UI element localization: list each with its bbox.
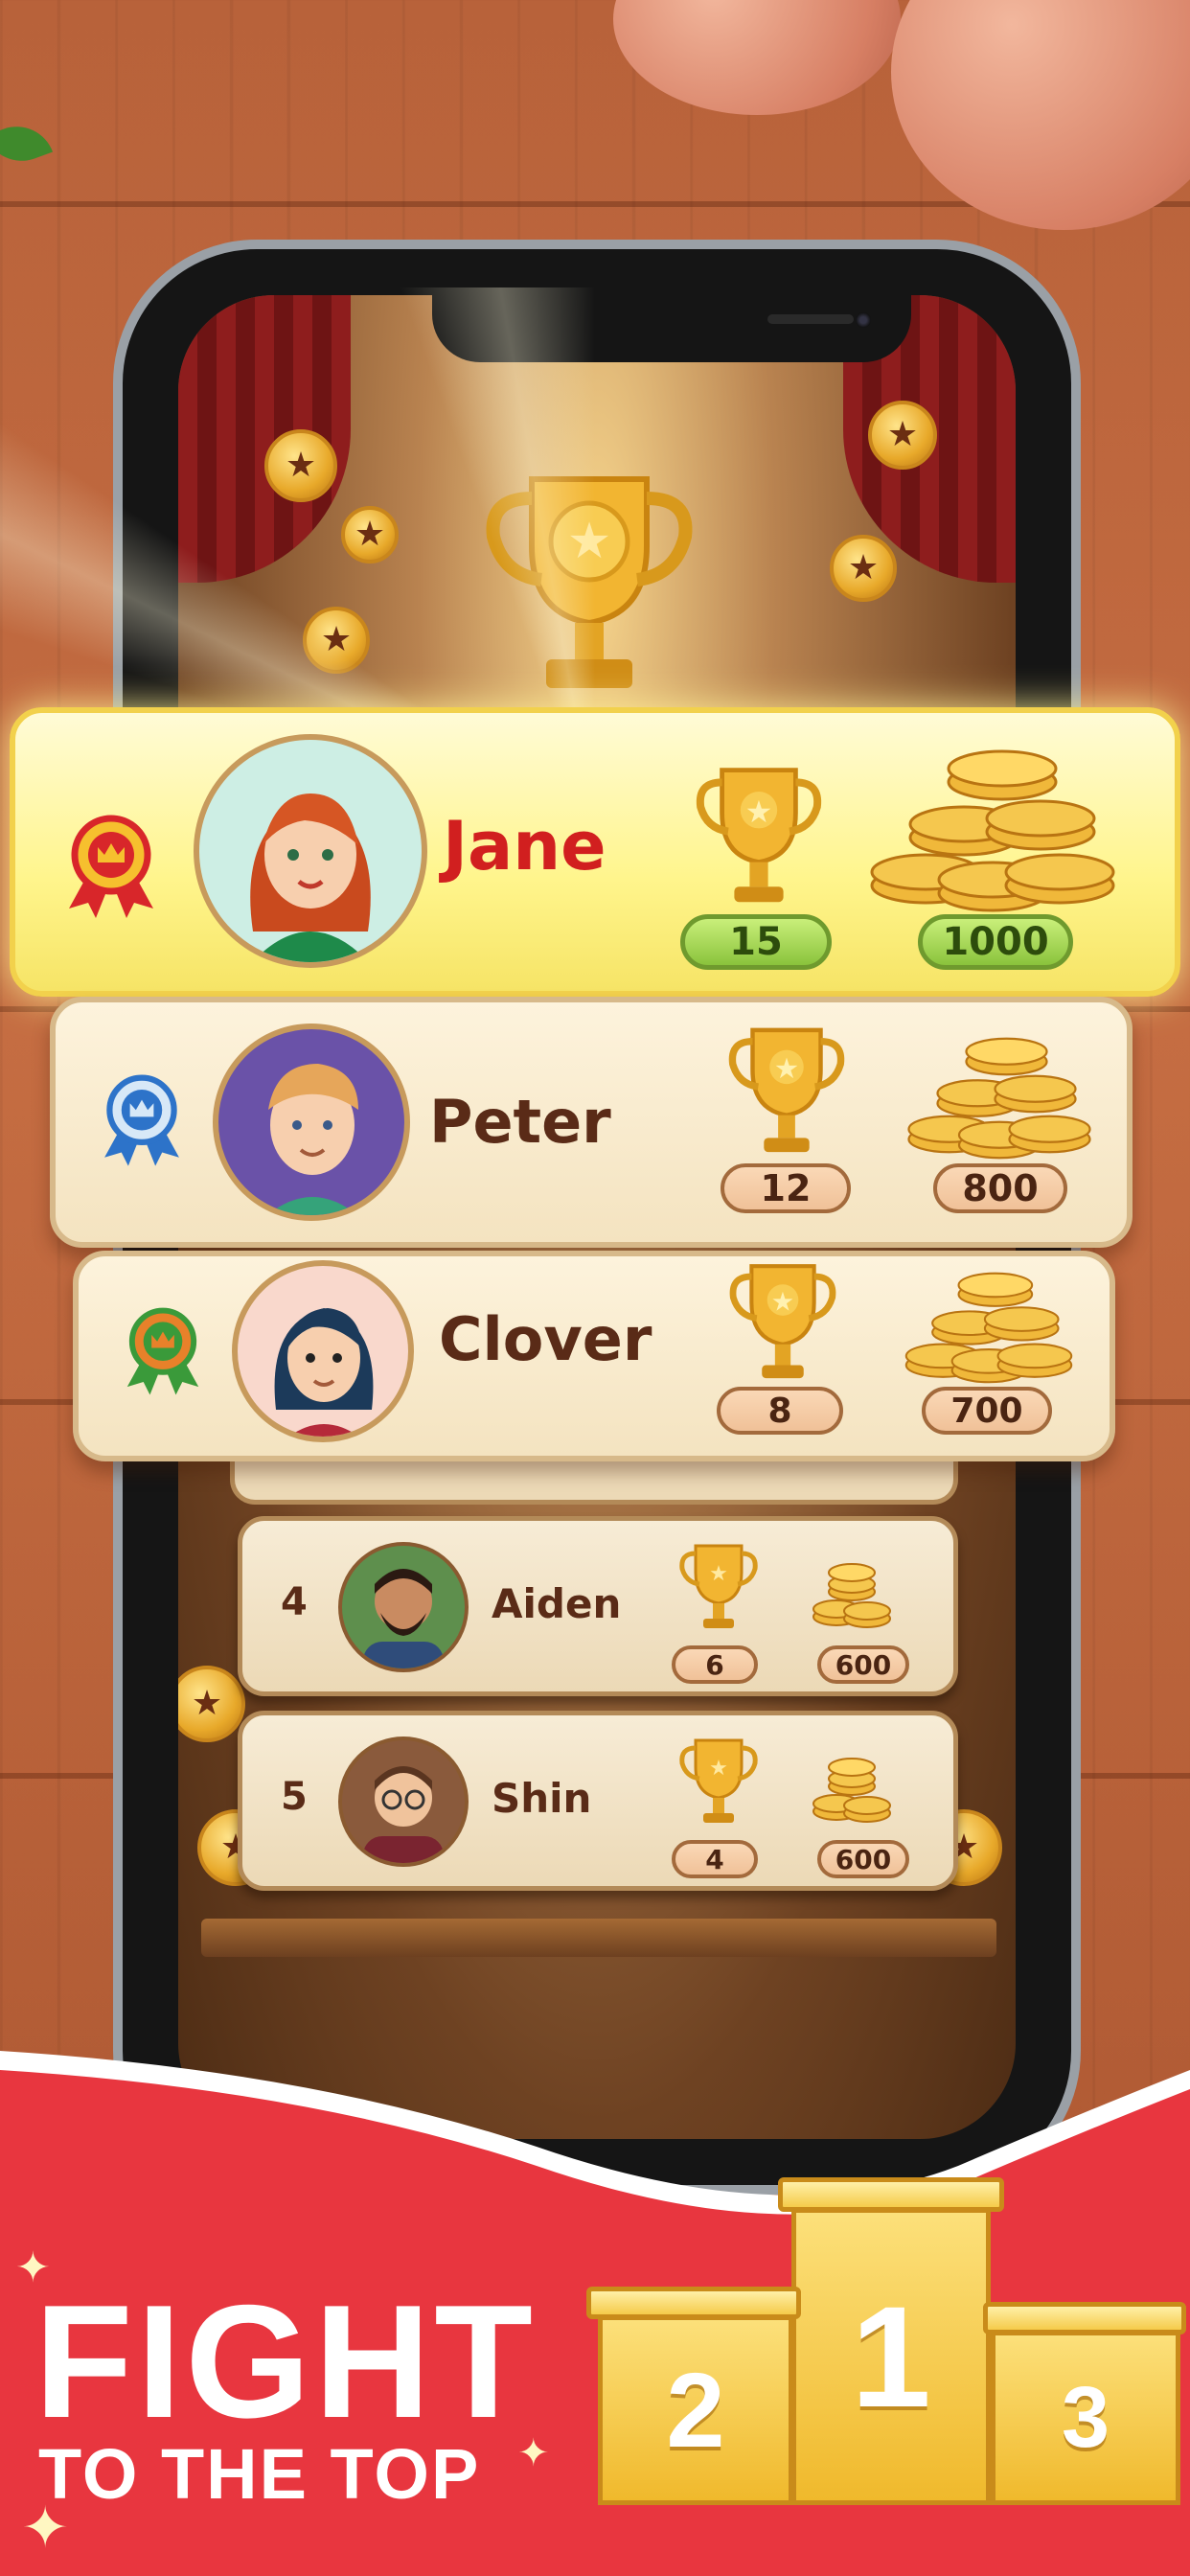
trophy-count: 6 [672, 1645, 758, 1684]
podium-first-top [778, 2177, 1004, 2212]
coin-count: 800 [933, 1163, 1067, 1213]
coin-stack-icon [907, 1037, 1091, 1160]
leaderboard-row-4[interactable]: 4 Aiden ★ 6 600 [238, 1516, 958, 1696]
decor-ball [613, 0, 901, 115]
avatar-shin [338, 1736, 469, 1867]
coin-stack-icon [812, 1758, 891, 1823]
podium-second-top [586, 2287, 801, 2319]
headline-text: FIGHT [34, 2271, 537, 2451]
player-name: Peter [429, 1087, 611, 1157]
trophy-count: 12 [721, 1163, 851, 1213]
coin-stack-icon [812, 1563, 891, 1628]
podium-third: 3 [991, 2331, 1180, 2505]
green-crown-ribbon-icon [126, 1307, 199, 1395]
svg-text:★: ★ [709, 1757, 728, 1781]
avatar-jane [194, 734, 427, 968]
trophy-icon: ★ [729, 1264, 836, 1379]
trophy-count: 15 [680, 914, 832, 970]
sparkle-icon: ✦ [15, 2243, 51, 2292]
player-name: Clover [439, 1304, 652, 1374]
sparkle-icon: ✦ [517, 2431, 550, 2475]
player-name: Aiden [492, 1580, 622, 1627]
coin-stack-icon [870, 749, 1115, 912]
trophy-count: 8 [717, 1387, 843, 1435]
svg-text:★: ★ [745, 794, 773, 830]
coin-count: 700 [922, 1387, 1052, 1435]
star-coin-icon: ★ [178, 1666, 245, 1742]
leaderboard-card-3[interactable]: Clover ★ 8 700 [73, 1251, 1115, 1461]
leaf-decor [0, 115, 54, 172]
coin-stack-icon [904, 1272, 1073, 1384]
rank-number: 5 [281, 1775, 308, 1819]
trophy-icon: ★ [696, 768, 822, 903]
rank-number: 4 [281, 1580, 308, 1624]
svg-text:★: ★ [774, 1052, 800, 1085]
player-name: Shin [492, 1775, 592, 1822]
blue-crown-ribbon-icon [104, 1074, 179, 1166]
coin-count: 600 [817, 1840, 909, 1878]
trophy-count: 4 [672, 1840, 758, 1878]
leaderboard-card-2[interactable]: Peter ★ 12 800 [50, 997, 1133, 1248]
subline-text: TO THE TOP [38, 2434, 481, 2514]
sparkle-icon: ✦ [21, 2495, 70, 2562]
leaderboard-card-1[interactable]: Jane ★ 15 1000 [10, 707, 1180, 997]
coin-count: 1000 [918, 914, 1073, 970]
svg-text:★: ★ [709, 1562, 728, 1586]
svg-text:★: ★ [771, 1287, 794, 1317]
trophy-icon: ★ [679, 1738, 758, 1823]
podium-second: 2 [598, 2315, 793, 2505]
wood-shelf [201, 1919, 996, 1957]
avatar-peter [213, 1024, 410, 1221]
decor-ball [891, 0, 1190, 230]
avatar-aiden [338, 1542, 469, 1672]
avatar-clover [232, 1260, 414, 1442]
trophy-icon: ★ [728, 1027, 845, 1153]
gold-crown-ribbon-icon [69, 815, 153, 918]
leaderboard-row-5[interactable]: 5 Shin ★ 4 600 [238, 1711, 958, 1891]
podium-third-top [983, 2302, 1186, 2334]
player-name: Jane [443, 807, 606, 886]
trophy-icon: ★ [679, 1544, 758, 1628]
coin-count: 600 [817, 1645, 909, 1684]
podium-first: 1 [791, 2208, 991, 2505]
